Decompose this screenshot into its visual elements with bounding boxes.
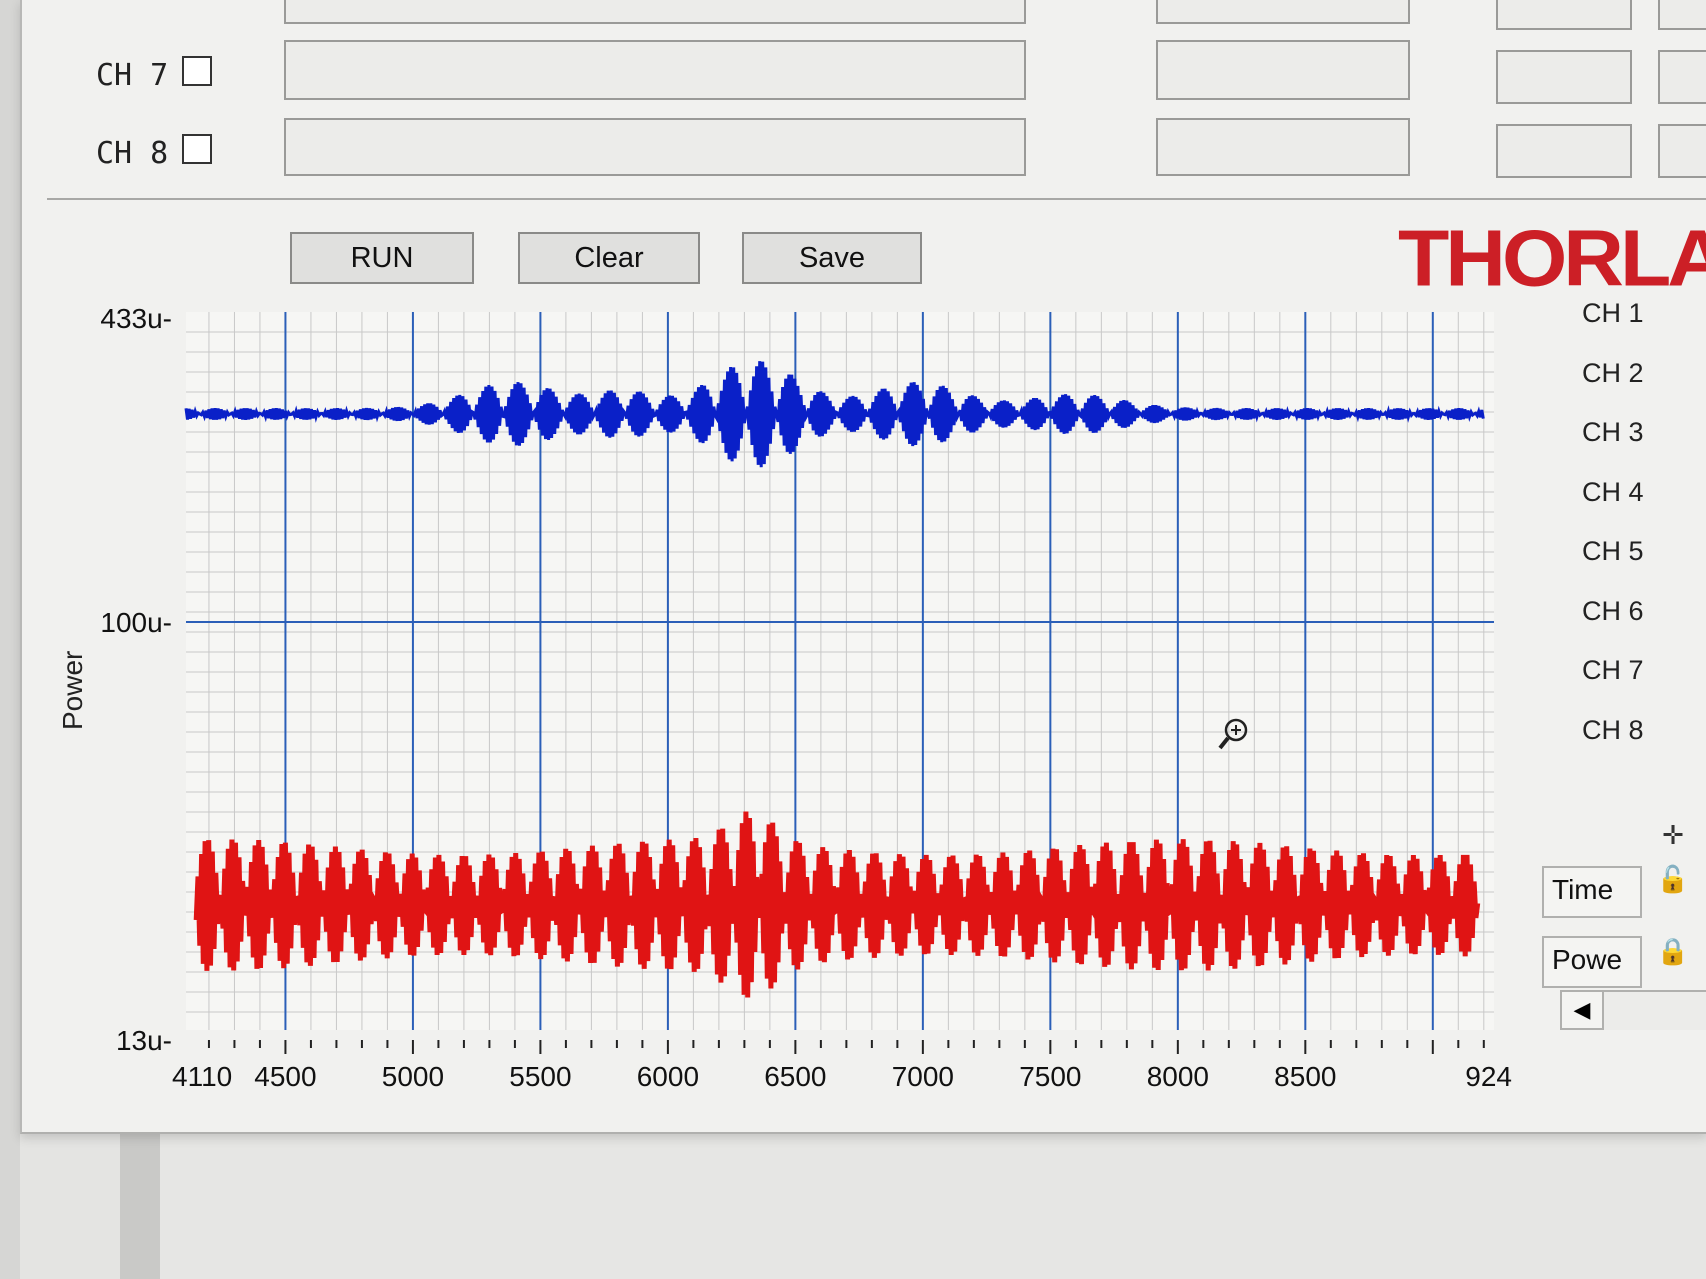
x-tick-label: 4110 bbox=[172, 1061, 232, 1092]
y-tick-label: 433u- bbox=[100, 303, 172, 334]
y-tick-label: 100u- bbox=[100, 607, 172, 638]
x-tick-label: 4500 bbox=[254, 1061, 316, 1092]
y-axis-label: Power bbox=[57, 651, 88, 730]
x-tick-label: 5000 bbox=[382, 1061, 444, 1092]
x-tick-label: 7500 bbox=[1019, 1061, 1081, 1092]
power-plot[interactable]: 433u- 100u- 13u-4110 4500 5000 5500 6000 6500 70… bbox=[0, 0, 1706, 1279]
x-tick-label: 8000 bbox=[1147, 1061, 1209, 1092]
x-tick-label: 924 bbox=[1465, 1061, 1512, 1092]
x-tick-label: 6000 bbox=[637, 1061, 699, 1092]
x-tick-label: 6500 bbox=[764, 1061, 826, 1092]
y-tick-label: 13u- bbox=[116, 1025, 172, 1056]
x-tick-label: 5500 bbox=[509, 1061, 571, 1092]
x-tick-label: 7000 bbox=[892, 1061, 954, 1092]
x-tick-label: 8500 bbox=[1274, 1061, 1336, 1092]
